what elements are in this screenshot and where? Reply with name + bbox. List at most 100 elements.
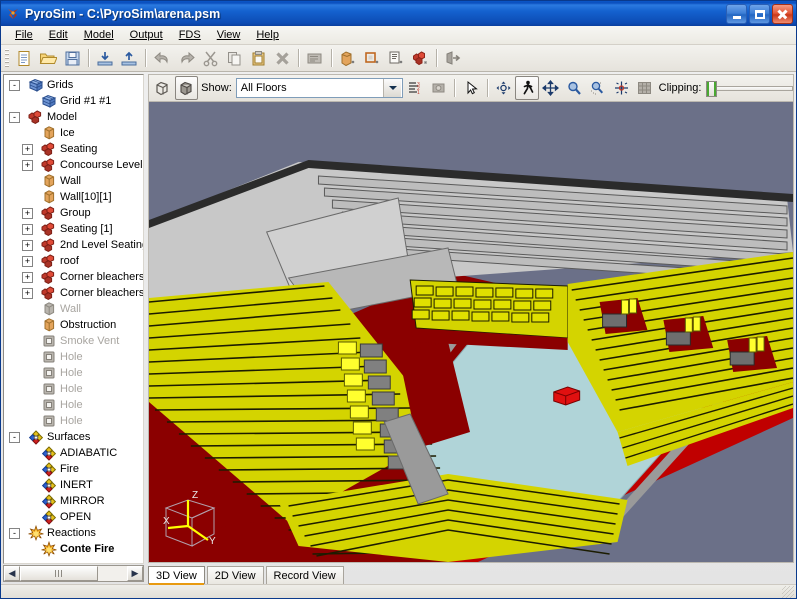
menu-view[interactable]: View	[209, 27, 249, 43]
edit-properties-icon[interactable]	[303, 47, 327, 70]
clipping-slider[interactable]	[706, 81, 793, 95]
menu-output[interactable]: Output	[122, 27, 171, 43]
tab-record-view[interactable]: Record View	[266, 566, 344, 584]
scroll-thumb[interactable]	[20, 566, 98, 581]
import-icon[interactable]	[93, 47, 117, 70]
tree-item[interactable]: Wall	[4, 173, 143, 189]
center-target-icon[interactable]	[610, 76, 634, 100]
tree-item[interactable]: Wall[10][1]	[4, 189, 143, 205]
scroll-left-button[interactable]: ◀	[4, 566, 20, 581]
expand-toggle[interactable]: +	[22, 224, 33, 235]
expand-toggle[interactable]: +	[22, 288, 33, 299]
tree-item[interactable]: Hole	[4, 397, 143, 413]
menu-fds[interactable]: FDS	[171, 27, 209, 43]
tree-item[interactable]: ADIABATIC	[4, 445, 143, 461]
new-group-icon[interactable]	[408, 47, 432, 70]
show-outline-icon[interactable]	[151, 76, 175, 100]
tree-item[interactable]: Conte Fire	[4, 541, 143, 557]
new-vent-icon[interactable]	[384, 47, 408, 70]
close-button[interactable]	[772, 4, 793, 24]
3d-viewport[interactable]: Z X Y	[148, 102, 794, 563]
tree-item[interactable]: Hole	[4, 365, 143, 381]
delete-x-icon[interactable]	[270, 47, 294, 70]
tree-horizontal-scrollbar[interactable]: ◀ ▶	[3, 565, 144, 582]
expand-toggle[interactable]: +	[22, 256, 33, 267]
copy-icon[interactable]	[222, 47, 246, 70]
walk-person-icon[interactable]	[515, 76, 539, 100]
tree-item[interactable]: +Seating [1]	[4, 221, 143, 237]
model-tree[interactable]: -GridsGrid #1 #1-ModelIce+Seating+Concou…	[3, 74, 144, 564]
tree-item[interactable]: +Concourse Level	[4, 157, 143, 173]
expand-toggle[interactable]: +	[22, 272, 33, 283]
reorder-list-icon[interactable]: 321	[403, 76, 427, 100]
tree-item[interactable]: -Grids	[4, 77, 143, 93]
orbit-icon[interactable]	[492, 76, 516, 100]
tree-item-label: Wall	[60, 303, 81, 315]
undo-icon[interactable]	[150, 47, 174, 70]
new-hole-icon[interactable]	[360, 47, 384, 70]
chevron-down-icon[interactable]	[383, 79, 401, 97]
expand-toggle[interactable]: +	[22, 144, 33, 155]
tree-item[interactable]: +Corner bleachers	[4, 285, 143, 301]
menu-edit[interactable]: Edit	[41, 27, 76, 43]
grid-texture-icon[interactable]	[633, 76, 657, 100]
run-fds-icon[interactable]	[441, 47, 465, 70]
minimize-button[interactable]	[726, 4, 747, 24]
select-arrow-icon[interactable]	[459, 76, 483, 100]
tab-2d-view[interactable]: 2D View	[207, 566, 264, 584]
collapse-toggle[interactable]: -	[9, 112, 20, 123]
menu-help[interactable]: Help	[248, 27, 287, 43]
tree-item[interactable]: +roof	[4, 253, 143, 269]
tree-item[interactable]: Hole	[4, 381, 143, 397]
toolbar-grip[interactable]	[5, 49, 9, 67]
new-obstruction-icon[interactable]	[336, 47, 360, 70]
tree-item[interactable]: +Corner bleachers	[4, 269, 143, 285]
collapse-toggle[interactable]: -	[9, 432, 20, 443]
tree-item[interactable]: Wall	[4, 301, 143, 317]
tree-item[interactable]: Obstruction	[4, 317, 143, 333]
tree-item[interactable]: Hole	[4, 413, 143, 429]
collapse-toggle[interactable]: -	[9, 528, 20, 539]
export-icon[interactable]	[117, 47, 141, 70]
tree-item[interactable]: Grid #1 #1	[4, 93, 143, 109]
tree-indent	[6, 301, 22, 317]
resize-grip[interactable]	[782, 586, 794, 598]
paste-clipboard-icon[interactable]	[246, 47, 270, 70]
tree-item[interactable]: Fire	[4, 461, 143, 477]
tree-item[interactable]: INERT	[4, 477, 143, 493]
menu-model[interactable]: Model	[76, 27, 122, 43]
tab-3d-view[interactable]: 3D View	[148, 566, 205, 584]
tree-item[interactable]: +2nd Level Seating	[4, 237, 143, 253]
clipping-slider-thumb[interactable]	[706, 81, 717, 97]
maximize-button[interactable]	[749, 4, 770, 24]
save-disk-icon[interactable]	[60, 47, 84, 70]
tree-item[interactable]: Smoke Vent	[4, 333, 143, 349]
clipping-slider-track[interactable]	[706, 86, 793, 91]
floors-dropdown[interactable]: All Floors	[236, 78, 404, 98]
collapse-toggle[interactable]: -	[9, 80, 20, 91]
open-folder-icon[interactable]	[36, 47, 60, 70]
pan-move-icon[interactable]	[539, 76, 563, 100]
redo-icon[interactable]	[174, 47, 198, 70]
tree-item[interactable]: +Seating	[4, 141, 143, 157]
new-icon[interactable]	[12, 47, 36, 70]
tree-item[interactable]: +Group	[4, 205, 143, 221]
tree-item[interactable]: Ice	[4, 125, 143, 141]
show-solid-icon[interactable]	[175, 76, 199, 100]
tree-item[interactable]: Hole	[4, 349, 143, 365]
snapshot-icon[interactable]	[427, 76, 451, 100]
zoom-magnifier-icon[interactable]	[563, 76, 587, 100]
tree-item[interactable]: -Model	[4, 109, 143, 125]
menu-file[interactable]: File	[7, 27, 41, 43]
expand-toggle[interactable]: +	[22, 208, 33, 219]
expand-toggle[interactable]: +	[22, 240, 33, 251]
tree-item[interactable]: -Reactions	[4, 525, 143, 541]
expand-toggle[interactable]: +	[22, 160, 33, 171]
tree-item[interactable]: -Surfaces	[4, 429, 143, 445]
tree-item[interactable]: OPEN	[4, 509, 143, 525]
tree-item[interactable]: MIRROR	[4, 493, 143, 509]
cut-scissors-icon[interactable]	[198, 47, 222, 70]
scroll-right-button[interactable]: ▶	[127, 566, 143, 581]
scroll-track[interactable]	[98, 566, 127, 581]
zoom-region-icon[interactable]	[586, 76, 610, 100]
